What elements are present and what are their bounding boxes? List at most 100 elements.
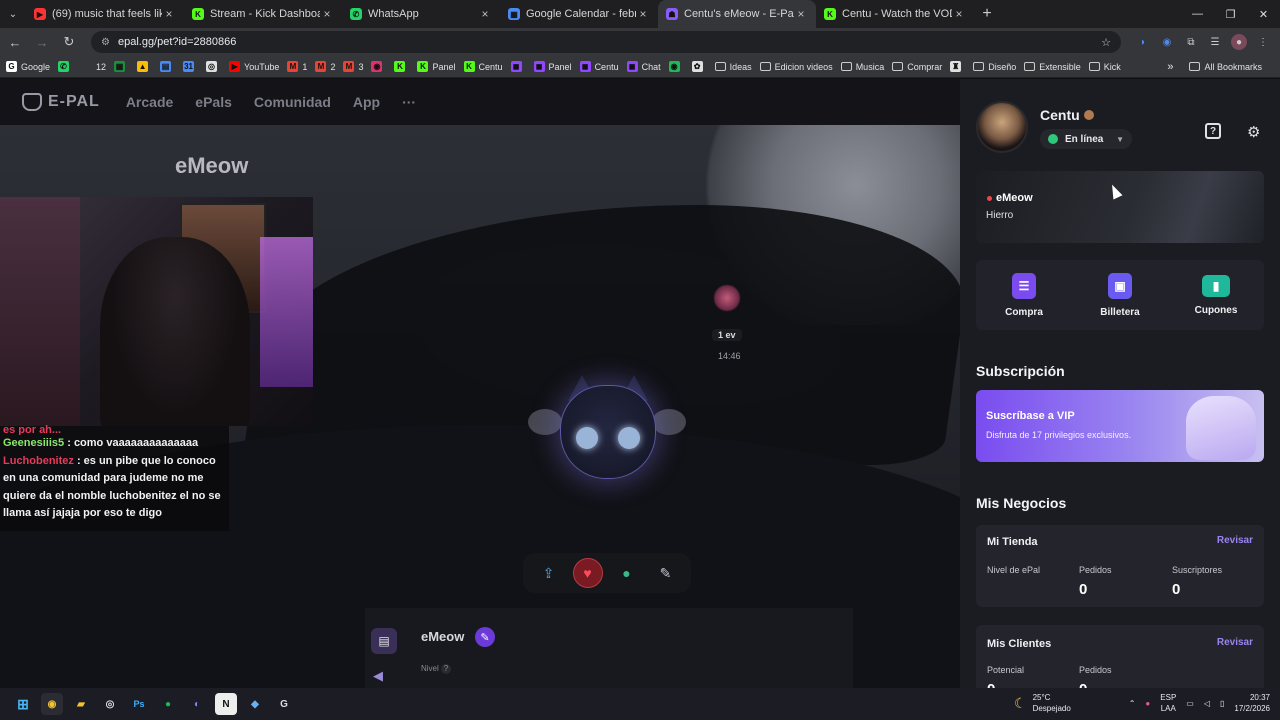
tab-close-icon[interactable]: ×: [952, 7, 966, 21]
browser-tab[interactable]: ▶ (69) music that feels like mornin×: [26, 0, 184, 28]
tab-close-icon[interactable]: ×: [636, 7, 650, 21]
bookmark-item[interactable]: K: [394, 61, 409, 72]
nav-comunidad[interactable]: Comunidad: [254, 94, 331, 110]
extension-icon[interactable]: ◉: [1159, 34, 1175, 50]
store-review-link[interactable]: Revisar: [1217, 535, 1253, 546]
microphone-icon[interactable]: ●: [1145, 699, 1150, 708]
bookmark-item[interactable]: ◎: [206, 61, 221, 72]
quick-cupones[interactable]: ▮ Cupones: [1176, 274, 1256, 316]
bookmark-item[interactable]: 31: [183, 61, 198, 72]
discord-icon[interactable]: ◐: [186, 693, 208, 715]
browser-tab[interactable]: ☗ Centu's eMeow - E-Pal ×: [658, 0, 816, 28]
bookmark-item[interactable]: K Centu: [463, 61, 503, 72]
bookmark-item[interactable]: ▲: [137, 61, 152, 72]
profile-avatar-icon[interactable]: ●: [1231, 34, 1247, 50]
browser-tab[interactable]: K Centu - Watch the VOD on Kick×: [816, 0, 974, 28]
bookmark-item[interactable]: ▶ YouTube: [229, 61, 279, 72]
upload-icon[interactable]: ⇪: [534, 558, 564, 588]
quick-compra[interactable]: ☰ Compra: [984, 272, 1064, 318]
forward-icon[interactable]: →: [30, 35, 54, 50]
tab-close-icon[interactable]: ×: [478, 7, 492, 21]
site-info-icon[interactable]: ⚙: [101, 37, 110, 48]
bookmark-item[interactable]: Comprar: [892, 62, 942, 72]
book-icon[interactable]: ▤: [371, 628, 397, 654]
extensions-puzzle-icon[interactable]: ⧉: [1183, 34, 1199, 50]
event-badge[interactable]: 1 ev: [712, 329, 742, 341]
close-window-button[interactable]: ✕: [1247, 0, 1280, 28]
app-icon[interactable]: ◆: [244, 693, 266, 715]
new-tab-button[interactable]: +: [974, 0, 1000, 28]
bookmark-item[interactable]: ◼: [510, 61, 526, 72]
bookmark-item[interactable]: ▦: [114, 61, 129, 72]
bookmark-item[interactable]: G Google: [6, 61, 50, 72]
status-dropdown[interactable]: En línea ▼: [1040, 129, 1132, 149]
nav-app[interactable]: App: [353, 94, 380, 110]
epal-logo[interactable]: E-PAL: [22, 93, 100, 111]
minimize-button[interactable]: —: [1181, 0, 1214, 28]
edit-name-icon[interactable]: ✎: [475, 627, 495, 647]
user-avatar[interactable]: [976, 101, 1028, 153]
bookmark-item[interactable]: ✿: [691, 61, 707, 72]
gear-icon[interactable]: ⚙: [1247, 123, 1260, 141]
reload-icon[interactable]: ↻: [57, 34, 81, 50]
bookmark-item[interactable]: M2: [315, 61, 335, 72]
bookmark-item[interactable]: ▤: [160, 61, 175, 72]
chrome-icon[interactable]: ◉: [41, 693, 63, 715]
nav-arcade[interactable]: Arcade: [126, 94, 173, 110]
heart-icon[interactable]: ♥: [572, 558, 603, 588]
weather-widget[interactable]: ☾ 25°C Despejado: [1014, 692, 1071, 714]
photoshop-icon[interactable]: Ps: [128, 693, 150, 715]
bookmark-item[interactable]: ◼ Panel: [533, 61, 572, 72]
bookmark-item[interactable]: Ideas: [714, 62, 752, 72]
tab-search-button[interactable]: ⌄: [0, 0, 26, 28]
bookmark-item[interactable]: Musica: [840, 62, 884, 72]
food-icon[interactable]: ●: [612, 558, 642, 588]
url-text[interactable]: epal.gg/pet?id=2880866: [118, 36, 1101, 48]
bookmark-item[interactable]: ♜: [950, 61, 965, 72]
browser-menu-icon[interactable]: ⋮: [1255, 34, 1271, 50]
browser-tab[interactable]: K Stream - Kick Dashboard×: [184, 0, 342, 28]
level-help-icon[interactable]: ?: [441, 664, 452, 674]
vip-banner[interactable]: Suscríbase a VIP Disfruta de 17 privileg…: [976, 390, 1264, 462]
notion-icon[interactable]: N: [215, 693, 237, 715]
tab-close-icon[interactable]: ×: [162, 7, 176, 21]
volume-icon[interactable]: ◁: [1204, 699, 1210, 708]
browser-tab[interactable]: ✆ WhatsApp ×: [342, 0, 500, 28]
help-icon[interactable]: ?: [1205, 123, 1221, 139]
nav-epals[interactable]: ePals: [195, 94, 232, 110]
bookmark-item[interactable]: Edicion videos: [759, 62, 833, 72]
quick-billetera[interactable]: ▣ Billetera: [1080, 272, 1160, 318]
bookmark-item[interactable]: Diseño: [973, 62, 1016, 72]
bookmark-item[interactable]: M1: [287, 61, 307, 72]
pet-cat-avatar[interactable]: [560, 375, 656, 479]
bookmark-item[interactable]: ✆: [58, 61, 73, 72]
nav-more-icon[interactable]: ···: [402, 94, 416, 110]
bookmarks-overflow-icon[interactable]: »: [1167, 61, 1173, 73]
clients-review-link[interactable]: Revisar: [1217, 637, 1253, 648]
back-icon[interactable]: ←: [3, 35, 27, 50]
bookmark-item[interactable]: Kick: [1088, 62, 1121, 72]
obs-icon[interactable]: ◎: [99, 693, 121, 715]
tab-close-icon[interactable]: ×: [320, 7, 334, 21]
omnibox[interactable]: ⚙ epal.gg/pet?id=2880866 ☆: [91, 31, 1121, 53]
windows-start-icon[interactable]: ⊞: [12, 693, 34, 715]
tray-expand-icon[interactable]: ⌃: [1129, 699, 1136, 708]
battery-icon[interactable]: ▯: [1220, 699, 1224, 708]
bookmark-item[interactable]: ◼ Chat: [626, 61, 661, 72]
reading-list-icon[interactable]: ☰: [1207, 34, 1223, 50]
bookmark-star-icon[interactable]: ☆: [1101, 36, 1111, 49]
maximize-button[interactable]: ❐: [1214, 0, 1247, 28]
all-bookmarks-folder[interactable]: All Bookmarks: [1189, 62, 1262, 72]
megaphone-icon[interactable]: ◀: [373, 668, 383, 684]
bookmark-item[interactable]: M3: [343, 61, 363, 72]
bookmark-item[interactable]: Extensible: [1024, 62, 1081, 72]
pet-summary-box[interactable]: eMeow Hierro: [976, 171, 1264, 243]
tab-close-icon[interactable]: ×: [794, 7, 808, 21]
brush-icon[interactable]: ✎: [651, 558, 681, 588]
bookmark-item[interactable]: ◉: [371, 61, 386, 72]
browser-tab[interactable]: ▦ Google Calendar - febrero de 2×: [500, 0, 658, 28]
file-explorer-icon[interactable]: ▰: [70, 693, 92, 715]
extension-icon[interactable]: ◗: [1135, 34, 1151, 50]
app-icon[interactable]: G: [273, 693, 295, 715]
bookmark-item[interactable]: K Panel: [417, 61, 456, 72]
